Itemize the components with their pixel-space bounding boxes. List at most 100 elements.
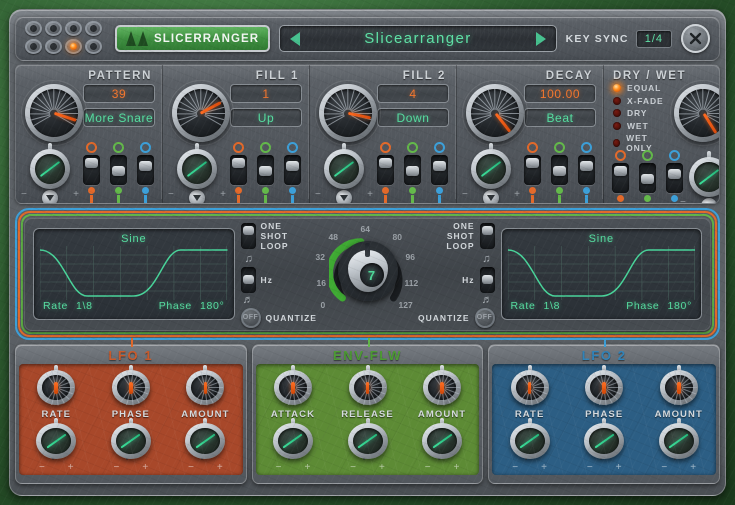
oneshot-loop-toggle[interactable]	[479, 222, 495, 249]
left-quantize-control[interactable]: OFF QUANTIZE	[240, 307, 317, 328]
routing-jack-icon[interactable]	[434, 142, 445, 153]
led-button-3[interactable]	[65, 21, 82, 36]
mod-knob-body[interactable]	[471, 143, 511, 189]
routing-slot-3[interactable]	[666, 150, 683, 203]
mod-depth-knob[interactable]: − +	[168, 143, 226, 203]
dropdown-button[interactable]	[434, 454, 450, 475]
param-mode-field[interactable]: More Snare	[83, 108, 155, 127]
routing-jack-icon[interactable]	[140, 142, 151, 153]
routing-slot-2[interactable]	[639, 150, 656, 203]
mod-knob-body[interactable]	[177, 143, 217, 189]
plus-icon[interactable]: +	[217, 462, 223, 473]
phase-knob[interactable]	[111, 365, 150, 406]
plus-icon[interactable]: +	[454, 462, 460, 473]
drywet-option-3[interactable]: DRY	[613, 108, 672, 118]
param-value-field[interactable]: 1	[230, 84, 302, 103]
minus-icon[interactable]: −	[462, 189, 468, 200]
rate-knob[interactable]	[37, 365, 76, 406]
attack-mod-knob[interactable]	[272, 417, 313, 459]
routing-switch[interactable]	[551, 155, 568, 185]
routing-jack-icon[interactable]	[669, 150, 680, 161]
value-knob[interactable]	[670, 80, 719, 146]
routing-switch[interactable]	[639, 163, 656, 193]
mod-knob-body[interactable]	[689, 151, 719, 197]
center-value-knob[interactable]: 7 0 16 32 48 64 80 96 112 127	[316, 222, 419, 326]
minus-icon[interactable]: −	[39, 462, 45, 473]
phase-mod-knob[interactable]	[584, 417, 625, 459]
hz-note-toggle[interactable]	[479, 266, 495, 293]
minus-icon[interactable]: −	[168, 189, 174, 200]
phase-mod-knob[interactable]	[110, 417, 151, 459]
key-sync-control[interactable]: KEY SYNC 1/4	[566, 29, 672, 48]
rate-mod-knob[interactable]	[36, 417, 77, 459]
drywet-mode-list[interactable]: EQUAL X-FADE DRY WET WET ONLY	[604, 82, 672, 156]
amount-mod-knob[interactable]	[658, 417, 699, 459]
right-rate-mode-switch[interactable]: Hz	[462, 266, 495, 293]
routing-slot-2[interactable]	[110, 142, 127, 203]
param-value-field[interactable]: 39	[83, 84, 155, 103]
dropdown-button[interactable]	[123, 454, 138, 475]
routing-switch[interactable]	[404, 155, 421, 185]
dropdown-button[interactable]	[701, 198, 717, 203]
routing-jack-icon[interactable]	[86, 142, 97, 153]
right-phase-value[interactable]: 180°	[667, 300, 692, 312]
plus-icon[interactable]: +	[367, 189, 373, 200]
right-quantize-control[interactable]: QUANTIZE OFF	[418, 307, 495, 328]
mod-knob-body[interactable]	[324, 143, 364, 189]
minus-icon[interactable]: −	[425, 462, 431, 473]
minus-icon[interactable]: −	[188, 462, 194, 473]
amount-knob[interactable]	[423, 365, 462, 406]
mod-depth-knob[interactable]: − +	[462, 143, 520, 203]
amount-knob[interactable]	[659, 365, 698, 406]
release-mod-knob[interactable]	[347, 417, 388, 459]
led-button-2[interactable]	[45, 21, 62, 36]
param-value-field[interactable]: 100.00	[524, 84, 596, 103]
oneshot-loop-toggle[interactable]	[240, 222, 256, 249]
routing-switch[interactable]	[431, 155, 448, 185]
routing-jack-icon[interactable]	[380, 142, 391, 153]
value-knob[interactable]	[168, 80, 234, 146]
dropdown-button[interactable]	[189, 190, 205, 203]
dropdown-button[interactable]	[360, 454, 375, 475]
routing-switch[interactable]	[578, 155, 595, 185]
rate-mod-knob[interactable]	[509, 417, 550, 459]
dropdown-button[interactable]	[336, 190, 352, 203]
routing-switch[interactable]	[284, 155, 301, 185]
led-button-5[interactable]	[25, 39, 42, 54]
preset-browser[interactable]: Slicearranger	[279, 25, 557, 52]
close-button[interactable]	[681, 24, 710, 53]
left-phase-value[interactable]: 180°	[200, 300, 225, 312]
routing-slot-2[interactable]	[551, 142, 568, 203]
arrow-right-icon[interactable]	[535, 31, 546, 46]
routing-jack-icon[interactable]	[113, 142, 124, 153]
right-waveform-display[interactable]: Sine Rate 1\8 Phase 180°	[500, 228, 702, 320]
param-mode-field[interactable]: Beat	[524, 108, 596, 127]
dropdown-button[interactable]	[48, 454, 64, 475]
routing-slot-3[interactable]	[284, 142, 301, 203]
led-button-4[interactable]	[85, 21, 102, 36]
led-button-7[interactable]	[65, 39, 82, 54]
minus-icon[interactable]: −	[350, 462, 356, 473]
routing-jack-icon[interactable]	[407, 142, 418, 153]
routing-switch[interactable]	[257, 155, 274, 185]
plus-icon[interactable]: +	[142, 462, 148, 473]
mod-knob-body[interactable]	[30, 143, 70, 189]
dropdown-button[interactable]	[483, 190, 499, 203]
plus-icon[interactable]: +	[379, 462, 385, 473]
minus-icon[interactable]: −	[512, 462, 518, 473]
hz-note-toggle[interactable]	[240, 266, 256, 293]
key-sync-value[interactable]: 1/4	[635, 29, 672, 48]
dropdown-button[interactable]	[596, 454, 612, 475]
routing-slot-1[interactable]	[524, 142, 541, 203]
routing-switch[interactable]	[524, 155, 541, 185]
attack-knob[interactable]	[273, 365, 312, 406]
left-waveform-display[interactable]: Sine Rate 1\8 Phase 180°	[33, 228, 235, 320]
quantize-button[interactable]: OFF	[240, 307, 261, 328]
drywet-option-4[interactable]: WET	[613, 121, 672, 131]
right-rate-value[interactable]: 1\8	[543, 300, 560, 312]
routing-switch[interactable]	[83, 155, 100, 185]
routing-switch[interactable]	[666, 163, 683, 193]
routing-switch[interactable]	[137, 155, 154, 185]
param-mode-field[interactable]: Down	[377, 108, 449, 127]
led-button-6[interactable]	[45, 39, 62, 54]
